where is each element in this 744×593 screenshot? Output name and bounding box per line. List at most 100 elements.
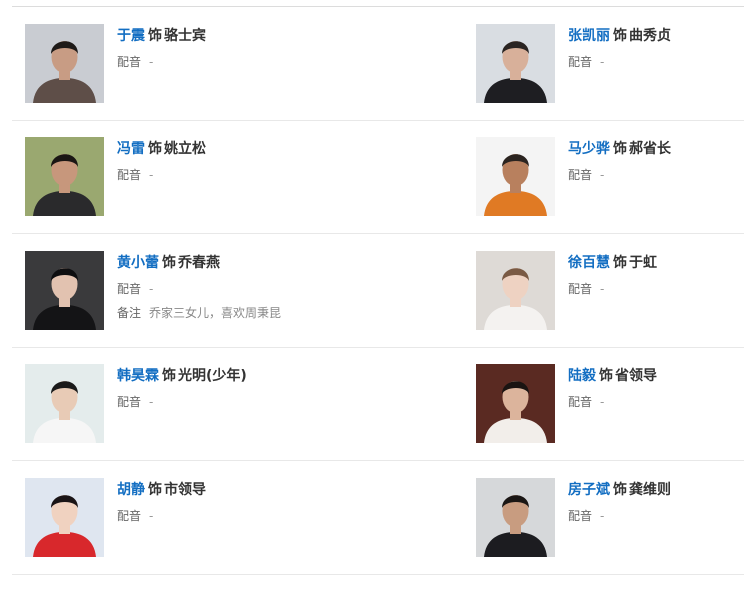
role-name: 姚立松 [164, 141, 206, 157]
note-label: 备注 [117, 306, 142, 320]
role-connector: 饰 [162, 368, 176, 384]
actor-photo[interactable] [25, 24, 104, 103]
cast-row: 黄小蕾饰乔春燕 配音 - 备注 乔家三女儿，喜欢周秉昆 徐百慧饰于虹 配音 - [12, 234, 744, 348]
role-name: 乔春燕 [178, 255, 220, 271]
role-connector: 饰 [148, 482, 162, 498]
cast-info: 于震饰骆士宾 配音 - [117, 27, 206, 70]
actor-portrait-image [476, 364, 555, 443]
cast-title: 韩昊霖饰光明(少年) [117, 367, 247, 385]
cast-title: 张凯丽饰曲秀贞 [568, 27, 671, 45]
role-connector: 饰 [162, 255, 176, 271]
actor-photo[interactable] [25, 364, 104, 443]
actor-name-link[interactable]: 马少骅 [568, 141, 610, 157]
dub-label: 配音 [117, 509, 142, 523]
note-value: 乔家三女儿，喜欢周秉昆 [149, 306, 282, 320]
cast-item: 冯雷饰姚立松 配音 - [25, 120, 465, 233]
actor-portrait-image [25, 364, 104, 443]
dub-label: 配音 [117, 395, 142, 409]
actor-photo[interactable] [476, 24, 555, 103]
actor-photo[interactable] [25, 478, 104, 557]
dub-value: - [600, 509, 605, 523]
actor-photo[interactable] [476, 251, 555, 330]
role-connector: 饰 [613, 28, 627, 44]
cast-info: 黄小蕾饰乔春燕 配音 - 备注 乔家三女儿，喜欢周秉昆 [117, 254, 281, 321]
cast-item: 徐百慧饰于虹 配音 - [476, 234, 744, 347]
dub-value: - [149, 168, 154, 182]
actor-photo[interactable] [25, 137, 104, 216]
cast-info: 韩昊霖饰光明(少年) 配音 - [117, 367, 247, 410]
cast-item: 韩昊霖饰光明(少年) 配音 - [25, 347, 465, 460]
dub-label: 配音 [568, 509, 593, 523]
dub-label: 配音 [568, 168, 593, 182]
cast-row: 韩昊霖饰光明(少年) 配音 - 陆毅饰省领导 配音 - [12, 347, 744, 461]
actor-name-link[interactable]: 徐百慧 [568, 255, 610, 271]
actor-name-link[interactable]: 黄小蕾 [117, 255, 159, 271]
role-connector: 饰 [613, 482, 627, 498]
cast-row: 胡静饰市领导 配音 - 房子斌饰龚维则 配音 - [12, 461, 744, 575]
cast-title: 冯雷饰姚立松 [117, 140, 206, 158]
dub-value: - [600, 395, 605, 409]
actor-photo[interactable] [25, 251, 104, 330]
cast-info: 冯雷饰姚立松 配音 - [117, 140, 206, 183]
actor-portrait-image [25, 478, 104, 557]
actor-photo[interactable] [476, 364, 555, 443]
role-name: 郝省长 [629, 141, 671, 157]
cast-info: 马少骅饰郝省长 配音 - [568, 140, 671, 183]
dub-value: - [149, 282, 154, 296]
role-name: 于虹 [629, 255, 657, 271]
actor-photo[interactable] [476, 478, 555, 557]
actor-name-link[interactable]: 张凯丽 [568, 28, 610, 44]
actor-photo[interactable] [476, 137, 555, 216]
dub-line: 配音 - [117, 167, 206, 183]
cast-info: 张凯丽饰曲秀贞 配音 - [568, 27, 671, 70]
role-name: 市领导 [164, 482, 206, 498]
actor-name-link[interactable]: 胡静 [117, 482, 145, 498]
cast-title: 于震饰骆士宾 [117, 27, 206, 45]
dub-line: 配音 - [568, 281, 657, 297]
dub-value: - [600, 168, 605, 182]
dub-line: 配音 - [117, 394, 247, 410]
dub-label: 配音 [568, 395, 593, 409]
cast-title: 徐百慧饰于虹 [568, 254, 657, 272]
actor-name-link[interactable]: 冯雷 [117, 141, 145, 157]
cast-info: 陆毅饰省领导 配音 - [568, 367, 657, 410]
cast-info: 房子斌饰龚维则配音 - [568, 481, 671, 524]
cast-info: 徐百慧饰于虹 配音 - [568, 254, 657, 297]
note-line: 备注 乔家三女儿，喜欢周秉昆 [117, 305, 281, 321]
actor-portrait-image [25, 24, 104, 103]
cast-title: 陆毅饰省领导 [568, 367, 657, 385]
dub-label: 配音 [117, 55, 142, 69]
cast-row: 冯雷饰姚立松 配音 - 马少骅饰郝省长 配音 - [12, 120, 744, 234]
cast-item: 张凯丽饰曲秀贞 配音 - [476, 7, 744, 120]
actor-name-link[interactable]: 韩昊霖 [117, 368, 159, 384]
cast-info: 胡静饰市领导 配音 - [117, 481, 206, 524]
role-connector: 饰 [148, 28, 162, 44]
role-name: 龚维则 [629, 482, 671, 498]
actor-name-link[interactable]: 于震 [117, 28, 145, 44]
actor-portrait-image [476, 24, 555, 103]
role-connector: 饰 [613, 141, 627, 157]
dub-label: 配音 [568, 282, 593, 296]
cast-title: 房子斌饰龚维则 [568, 481, 671, 499]
role-connector: 饰 [599, 368, 613, 384]
cast-title: 马少骅饰郝省长 [568, 140, 671, 158]
dub-line: 配音 - [568, 54, 671, 70]
dub-value: - [149, 509, 154, 523]
dub-value: - [149, 55, 154, 69]
dub-label: 配音 [568, 55, 593, 69]
dub-line: 配音 - [117, 54, 206, 70]
dub-line: 配音 - [117, 508, 206, 524]
role-connector: 饰 [613, 255, 627, 271]
cast-item: 马少骅饰郝省长 配音 - [476, 120, 744, 233]
cast-title: 胡静饰市领导 [117, 481, 206, 499]
cast-title: 黄小蕾饰乔春燕 [117, 254, 281, 272]
actor-portrait-image [476, 251, 555, 330]
actor-name-link[interactable]: 房子斌 [568, 482, 610, 498]
dub-line: 配音 - [568, 394, 657, 410]
cast-item: 于震饰骆士宾 配音 - [25, 7, 465, 120]
actor-portrait-image [25, 137, 104, 216]
actor-portrait-image [25, 251, 104, 330]
dub-line: 配音 - [568, 167, 671, 183]
actor-name-link[interactable]: 陆毅 [568, 368, 596, 384]
role-name: 光明(少年) [178, 368, 247, 384]
